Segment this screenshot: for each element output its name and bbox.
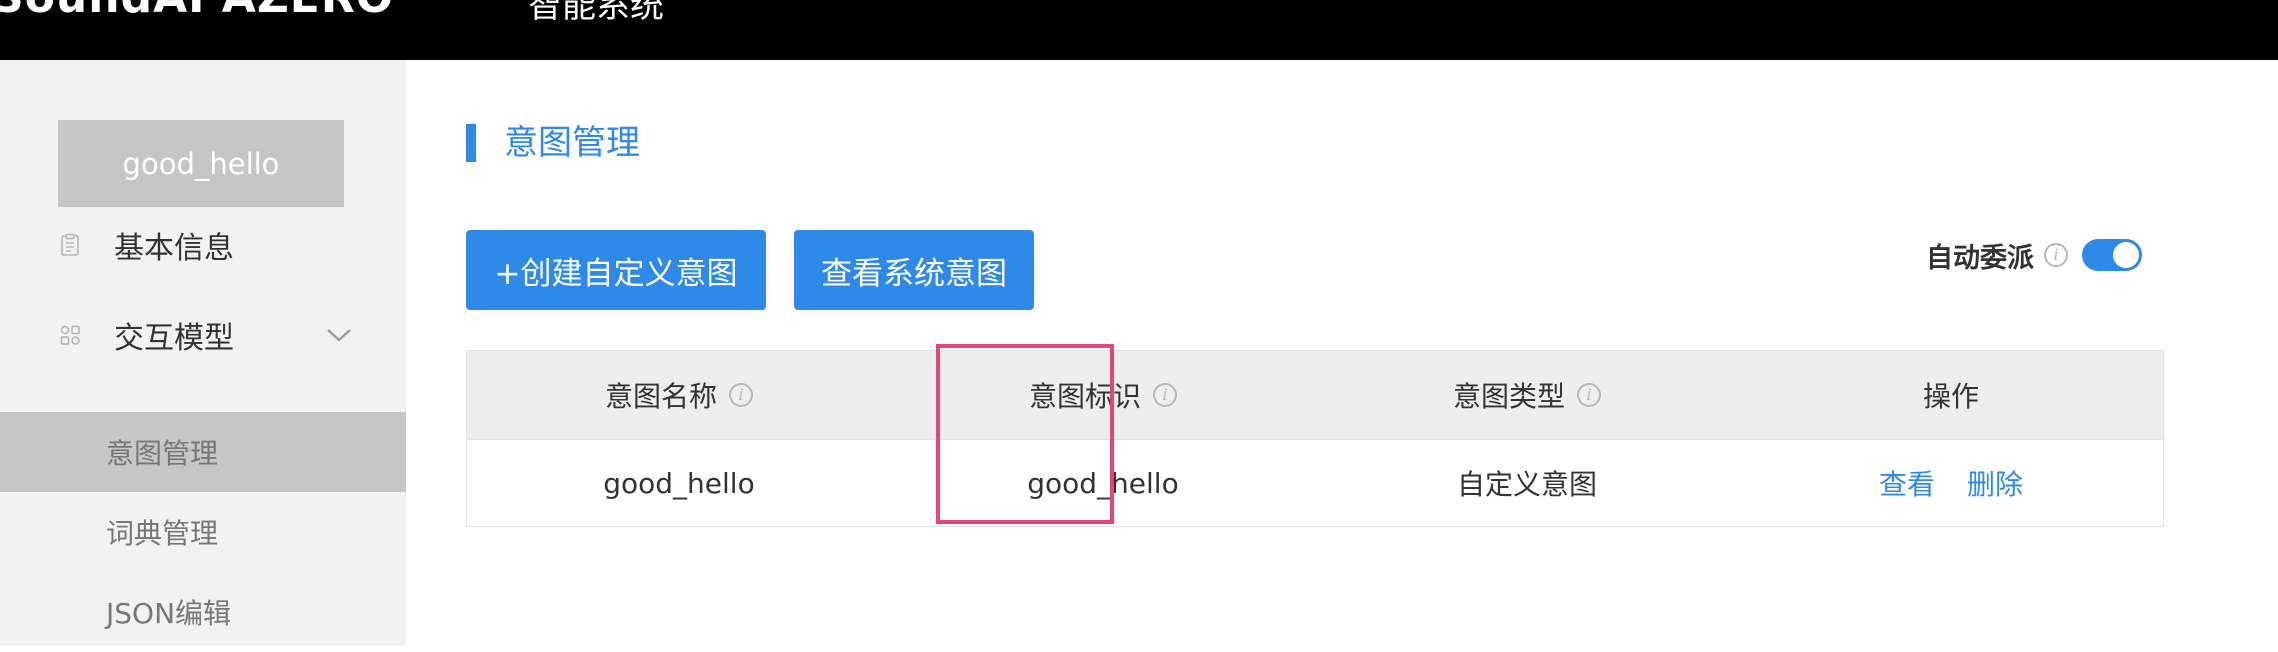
header-label: 操作 — [1922, 380, 1979, 413]
auto-delegate-label: 自动委派 — [1926, 242, 2034, 274]
product-name: 智能系统 — [528, 0, 664, 26]
intent-table: 意图名称 i 意图标识 i 意图类型 i 操作 good_hello good_… — [466, 350, 2164, 527]
cell-intent-type: 自定义意图 — [1456, 468, 1597, 501]
info-icon[interactable]: i — [1153, 383, 1177, 407]
sidebar-item-interaction-model[interactable]: 交互模型 — [0, 300, 406, 370]
title-accent-bar — [466, 124, 476, 162]
sidebar-subitem-intent-management[interactable]: 意图管理 — [0, 412, 406, 492]
sidebar-item-label: 基本信息 — [114, 231, 234, 266]
cell-actions: 查看 删除 — [1739, 440, 2163, 526]
header-cell-intent-identifier: 意图标识 i — [891, 351, 1315, 439]
header-label: 意图类型 — [1452, 380, 1565, 413]
create-custom-intent-button[interactable]: +创建自定义意图 — [466, 230, 766, 310]
info-icon[interactable]: i — [1577, 383, 1601, 407]
table-row: good_hello good_hello 自定义意图 查看 删除 — [467, 439, 2163, 526]
auto-delegate-control: 自动委派 i — [1926, 230, 2142, 280]
top-header: SoundAI AZERO 智能系统 — [0, 0, 2278, 60]
sidebar-item-label: 交互模型 — [114, 321, 234, 356]
document-icon — [61, 233, 79, 256]
table-header: 意图名称 i 意图标识 i 意图类型 i 操作 — [467, 351, 2163, 439]
cell-intent-identifier: good_hello — [1027, 466, 1179, 500]
header-cell-intent-type: 意图类型 i — [1315, 351, 1739, 439]
header-cell-intent-name: 意图名称 i — [467, 351, 891, 439]
sidebar: good_hello 基本信息 交互模型 意图管理 词典管理 JSON编辑 — [0, 60, 406, 646]
bot-name-badge[interactable]: good_hello — [58, 120, 344, 207]
info-icon[interactable]: i — [729, 383, 753, 407]
sidebar-subitem-label: 意图管理 — [106, 437, 219, 470]
sidebar-subitem-dictionary-management[interactable]: 词典管理 — [0, 492, 406, 572]
sidebar-item-basic-info[interactable]: 基本信息 — [0, 210, 406, 280]
info-icon[interactable]: i — [2044, 243, 2068, 267]
brand-logo: SoundAI AZERO — [0, 0, 394, 23]
view-link[interactable]: 查看 — [1879, 463, 1935, 503]
header-label: 意图名称 — [604, 380, 717, 413]
cell-intent-name: good_hello — [603, 466, 755, 500]
header-cell-actions: 操作 — [1739, 351, 2163, 439]
view-system-intents-button[interactable]: 查看系统意图 — [794, 230, 1034, 310]
page-title: 意图管理 — [504, 123, 640, 163]
sidebar-subitem-label: JSON编辑 — [106, 597, 232, 630]
sidebar-subitem-json-editor[interactable]: JSON编辑 — [0, 572, 406, 652]
main-content: 意图管理 +创建自定义意图 查看系统意图 自动委派 i 意图名称 i 意图标识 … — [406, 60, 2278, 646]
auto-delegate-toggle[interactable] — [2082, 239, 2142, 271]
header-label: 意图标识 — [1028, 380, 1141, 413]
chevron-down-icon[interactable] — [324, 320, 354, 350]
delete-link[interactable]: 删除 — [1967, 463, 2023, 503]
model-icon — [60, 325, 80, 345]
toggle-knob — [2113, 242, 2139, 268]
sidebar-subitem-label: 词典管理 — [106, 517, 219, 550]
